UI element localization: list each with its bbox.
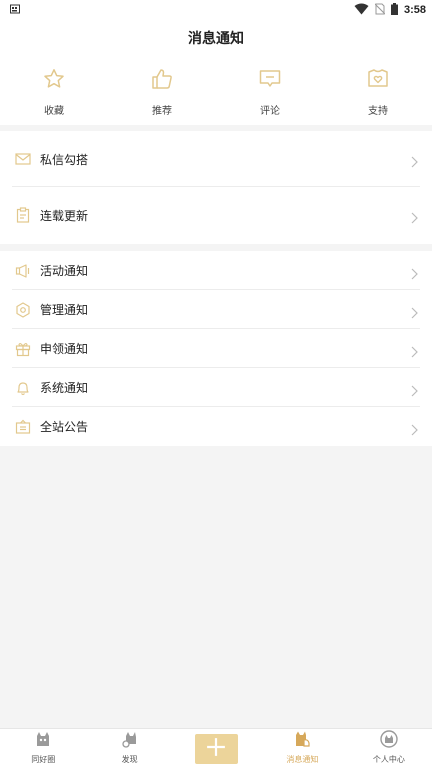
quick-action-label: 收藏 bbox=[44, 106, 64, 117]
list-item-claim-notice[interactable]: 申领通知 bbox=[0, 329, 432, 368]
heart-badge-icon bbox=[366, 67, 390, 95]
gift-icon bbox=[15, 341, 31, 357]
thumbs-up-icon bbox=[150, 67, 174, 95]
quick-action-favorites[interactable]: 收藏 bbox=[0, 56, 108, 125]
chevron-right-icon bbox=[408, 343, 420, 357]
tab-label: 消息通知 bbox=[286, 755, 319, 764]
list-item-admin-notice[interactable]: 管理通知 bbox=[0, 290, 432, 329]
message-cat-icon bbox=[292, 729, 312, 753]
tab-community[interactable]: 同好圈 bbox=[0, 729, 86, 768]
chevron-right-icon bbox=[408, 153, 420, 168]
header: 消息通知 bbox=[0, 20, 432, 56]
sim-icon bbox=[10, 4, 20, 17]
list-item-label: 连载更新 bbox=[40, 208, 89, 223]
quick-action-support[interactable]: 支持 bbox=[324, 56, 432, 125]
tab-messages[interactable]: 消息通知 bbox=[259, 729, 345, 768]
circle-cat-icon bbox=[33, 729, 53, 753]
star-icon bbox=[42, 67, 66, 95]
list-item-label: 活动通知 bbox=[40, 264, 89, 278]
tab-add[interactable] bbox=[173, 729, 259, 768]
mail-icon bbox=[15, 151, 31, 167]
quick-action-recommend[interactable]: 推荐 bbox=[108, 56, 216, 125]
list-item-label: 申领通知 bbox=[40, 342, 89, 356]
add-button[interactable] bbox=[194, 733, 238, 764]
quick-actions: 收藏 推荐 评论 支持 bbox=[0, 56, 432, 125]
battery-icon bbox=[390, 2, 398, 18]
list-item-serial-updates[interactable]: 连载更新 bbox=[0, 187, 432, 243]
tab-label: 同好圈 bbox=[31, 755, 56, 764]
bell-icon bbox=[15, 380, 31, 396]
notice-list: 活动通知 管理通知 申领通知 系统通知 全站公告 bbox=[0, 251, 432, 446]
notice-board-icon bbox=[15, 419, 31, 435]
clock: 3:58 bbox=[403, 4, 426, 16]
list-item-system-notice[interactable]: 系统通知 bbox=[0, 368, 432, 407]
page-title: 消息通知 bbox=[188, 31, 244, 47]
tab-profile[interactable]: 个人中心 bbox=[346, 729, 432, 768]
list-item-private-messages[interactable]: 私信勾搭 bbox=[0, 131, 432, 187]
list-item-activity-notice[interactable]: 活动通知 bbox=[0, 251, 432, 290]
no-sim-icon bbox=[374, 3, 386, 18]
list-item-label: 管理通知 bbox=[40, 303, 89, 317]
tab-label: 个人中心 bbox=[372, 755, 405, 764]
list-item-label: 全站公告 bbox=[40, 420, 89, 434]
comment-icon bbox=[258, 67, 282, 95]
quick-action-label: 评论 bbox=[260, 106, 280, 117]
tab-label: 发现 bbox=[121, 755, 138, 764]
chevron-right-icon bbox=[408, 421, 420, 435]
discover-cat-icon bbox=[120, 729, 140, 753]
quick-action-comments[interactable]: 评论 bbox=[216, 56, 324, 125]
chevron-right-icon bbox=[408, 265, 420, 279]
profile-cat-icon bbox=[379, 729, 399, 753]
hexagon-icon bbox=[15, 301, 31, 318]
bottom-tab-bar: 同好圈 发现 消息通知 个人中心 bbox=[0, 728, 432, 768]
quick-action-label: 推荐 bbox=[152, 106, 172, 117]
clipboard-icon bbox=[15, 207, 31, 223]
chevron-right-icon bbox=[408, 304, 420, 318]
quick-action-label: 支持 bbox=[368, 106, 388, 117]
wifi-icon bbox=[354, 3, 369, 18]
list-item-site-announcement[interactable]: 全站公告 bbox=[0, 407, 432, 446]
status-bar: 3:58 bbox=[0, 0, 432, 20]
megaphone-icon bbox=[15, 263, 31, 279]
list-item-label: 私信勾搭 bbox=[40, 152, 89, 167]
plus-icon bbox=[206, 737, 226, 761]
chevron-right-icon bbox=[408, 382, 420, 396]
primary-list: 私信勾搭 连载更新 bbox=[0, 131, 432, 244]
list-item-label: 系统通知 bbox=[40, 381, 89, 395]
chevron-right-icon bbox=[408, 209, 420, 224]
tab-discover[interactable]: 发现 bbox=[86, 729, 172, 768]
